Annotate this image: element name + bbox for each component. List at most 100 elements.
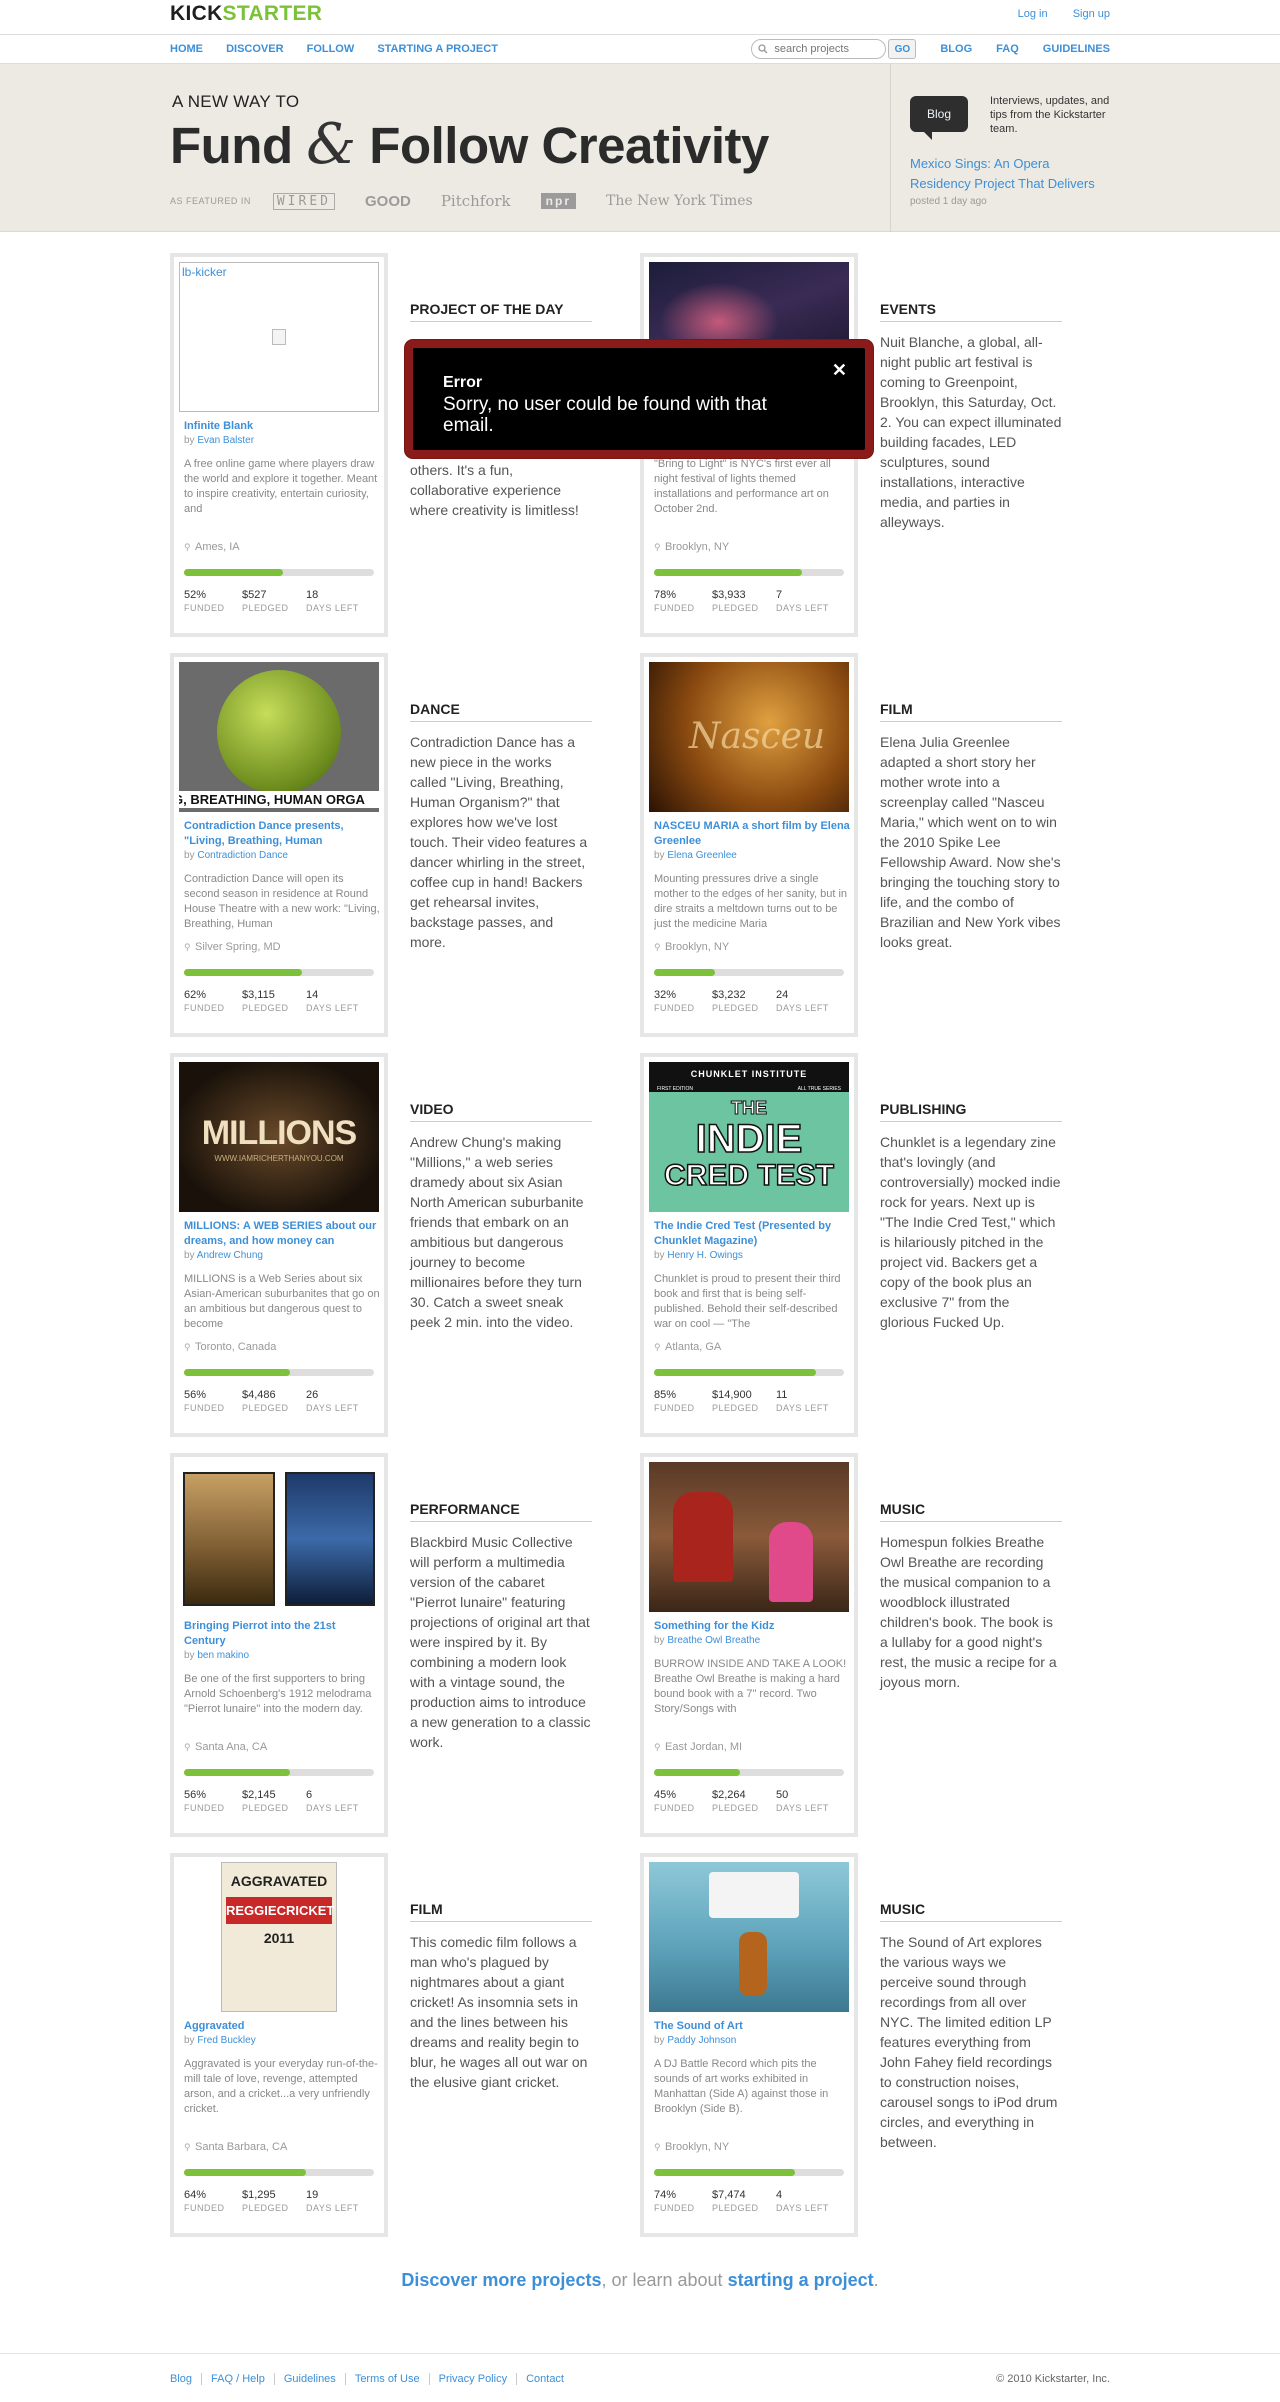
- project-card[interactable]: lb-kicker Infinite Blank by Evan Balster A …: [170, 253, 388, 637]
- project-location[interactable]: ⚲ Atlanta, GA: [654, 1341, 721, 1353]
- nav-home[interactable]: HOME: [170, 43, 203, 55]
- project-card[interactable]: Something for the Kidz by Breathe Owl Bre…: [640, 1453, 858, 1837]
- location-text: Toronto, Canada: [195, 1341, 277, 1353]
- project-title[interactable]: Aggravated: [184, 2019, 380, 2034]
- project-title[interactable]: NASCEU MARIA a short film by Elena Green…: [654, 819, 850, 849]
- stat-funded: 62% FUNDED: [184, 989, 228, 1013]
- project-author-link[interactable]: Andrew Chung: [197, 1250, 263, 1261]
- project-thumbnail[interactable]: [649, 1862, 849, 2012]
- project-location[interactable]: ⚲ Silver Spring, MD: [184, 941, 281, 953]
- footer-terms[interactable]: Terms of Use: [344, 2373, 429, 2385]
- blurb-text: Elena Julia Greenlee adapted a short sto…: [880, 734, 1061, 950]
- project-title[interactable]: Something for the Kidz: [654, 1619, 850, 1634]
- kickstarter-logo[interactable]: KICKSTARTER: [170, 2, 322, 26]
- close-icon[interactable]: ✕: [832, 360, 847, 381]
- stat-pledged-value: $14,900: [712, 1389, 752, 1401]
- project-description: Aggravated is your everyday run-of-the-m…: [184, 2058, 378, 2115]
- footer-guidelines[interactable]: Guidelines: [273, 2373, 345, 2385]
- project-thumbnail[interactable]: AGGRAVATED REGGIE CRICKET 2011: [179, 1862, 379, 2012]
- funding-progress-fill: [654, 1369, 816, 1376]
- nav-starting-project[interactable]: STARTING A PROJECT: [377, 43, 498, 55]
- project-location[interactable]: ⚲ Santa Barbara, CA: [184, 2141, 287, 2153]
- location-pin-icon: ⚲: [654, 942, 661, 952]
- blog-description: Interviews, updates, and tips from the K…: [990, 95, 1110, 135]
- project-author-link[interactable]: Henry H. Owings: [667, 1250, 743, 1261]
- project-author-link[interactable]: ben makino: [197, 1650, 249, 1661]
- stat-pledged-label: PLEDGED: [712, 1803, 759, 1813]
- funding-progress-bar: [654, 2169, 844, 2176]
- login-link[interactable]: Log in: [1018, 8, 1048, 20]
- footer-privacy[interactable]: Privacy Policy: [428, 2373, 516, 2385]
- search-go-button[interactable]: GO: [888, 39, 917, 59]
- project-card[interactable]: Nasceu NASCEU MARIA a short film by Elena…: [640, 653, 858, 1037]
- project-author-link[interactable]: Contradiction Dance: [197, 850, 288, 861]
- blurb-category: EVENTS: [880, 301, 1062, 322]
- blog-post-link[interactable]: Mexico Sings: An Opera Residency Project…: [910, 154, 1110, 194]
- nav-faq[interactable]: FAQ: [996, 43, 1019, 55]
- search-input[interactable]: [772, 42, 873, 56]
- project-location[interactable]: ⚲ Ames, IA: [184, 541, 240, 553]
- project-title[interactable]: MILLIONS: A WEB SERIES about our dreams,…: [184, 1219, 380, 1249]
- discover-more-link[interactable]: Discover more projects: [401, 2270, 601, 2290]
- project-blurb: PUBLISHING Chunklet is a legendary zine t…: [880, 1101, 1062, 1332]
- project-thumbnail[interactable]: Nasceu: [649, 662, 849, 812]
- main-nav: HOME DISCOVER FOLLOW STARTING A PROJECT …: [0, 34, 1280, 64]
- project-blurb: DANCE Contradiction Dance has a new piece…: [410, 701, 592, 952]
- project-location[interactable]: ⚲ Toronto, Canada: [184, 1341, 276, 1353]
- project-location[interactable]: ⚲ Santa Ana, CA: [184, 1741, 267, 1753]
- project-author-link[interactable]: Paddy Johnson: [667, 2035, 736, 2046]
- project-description: MILLIONS is a Web Series about six Asian…: [184, 1273, 380, 1330]
- funding-progress-bar: [184, 1769, 374, 1776]
- stat-funded: 74% FUNDED: [654, 2189, 698, 2213]
- nav-guidelines[interactable]: GUIDELINES: [1043, 43, 1110, 55]
- stat-funded-value: 78%: [654, 589, 677, 601]
- project-thumbnail[interactable]: lb-kicker: [179, 262, 379, 412]
- starting-project-link[interactable]: starting a project: [728, 2270, 874, 2290]
- project-card[interactable]: MILLIONS WWW.IAMRICHERTHANYOU.COM MILLIONS…: [170, 1053, 388, 1437]
- project-location[interactable]: ⚲ Brooklyn, NY: [654, 541, 729, 553]
- nav-discover[interactable]: DISCOVER: [226, 43, 283, 55]
- nav-follow[interactable]: FOLLOW: [307, 43, 355, 55]
- project-thumbnail[interactable]: [179, 1462, 379, 1612]
- project-thumbnail[interactable]: [649, 1462, 849, 1612]
- top-bar: KICKSTARTER Log in Sign up: [0, 0, 1280, 34]
- project-card[interactable]: AGGRAVATED REGGIE CRICKET 2011 Aggravated by …: [170, 1853, 388, 2237]
- project-title[interactable]: Infinite Blank: [184, 419, 380, 434]
- project-location[interactable]: ⚲ Brooklyn, NY: [654, 941, 729, 953]
- project-title[interactable]: The Sound of Art: [654, 2019, 850, 2034]
- nav-blog[interactable]: BLOG: [940, 43, 972, 55]
- thumb-the: THE: [731, 1098, 768, 1119]
- project-card[interactable]: CHUNKLET INSTITUTE FIRST EDITION ALL TRUE …: [640, 1053, 858, 1437]
- stat-funded: 78% FUNDED: [654, 589, 698, 613]
- blurb-text: Chunklet is a legendary zine that's lovi…: [880, 1134, 1061, 1330]
- project-author-link[interactable]: Fred Buckley: [197, 2035, 255, 2046]
- footer-faq[interactable]: FAQ / Help: [201, 2373, 274, 2385]
- stat-days-left: 24 DAYS LEFT: [776, 989, 846, 1013]
- funding-progress-fill: [184, 1769, 291, 1776]
- project-card[interactable]: Bringing Pierrot into the 21st Century by…: [170, 1453, 388, 1837]
- broken-image-icon: [272, 329, 286, 345]
- project-card[interactable]: The Sound of Art by Paddy Johnson A DJ Bat…: [640, 1853, 858, 2237]
- signup-link[interactable]: Sign up: [1073, 8, 1110, 20]
- project-thumbnail[interactable]: CHUNKLET INSTITUTE FIRST EDITION ALL TRUE …: [649, 1062, 849, 1212]
- project-title[interactable]: Contradiction Dance presents, "Living, B…: [184, 819, 380, 849]
- project-card[interactable]: G, BREATHING, HUMAN ORGA Contradiction Da…: [170, 653, 388, 1037]
- project-author-link[interactable]: Elena Greenlee: [667, 850, 737, 861]
- funding-progress-bar: [184, 2169, 374, 2176]
- location-pin-icon: ⚲: [654, 542, 661, 552]
- project-thumbnail[interactable]: MILLIONS WWW.IAMRICHERTHANYOU.COM: [179, 1062, 379, 1212]
- project-title[interactable]: Bringing Pierrot into the 21st Century: [184, 1619, 380, 1649]
- footer-contact[interactable]: Contact: [516, 2373, 573, 2385]
- blog-bubble-icon[interactable]: Blog: [910, 96, 968, 140]
- project-author-link[interactable]: Evan Balster: [197, 435, 254, 446]
- project-thumbnail[interactable]: G, BREATHING, HUMAN ORGA: [179, 662, 379, 812]
- stat-pledged-value: $4,486: [242, 1389, 276, 1401]
- footer-blog[interactable]: Blog: [170, 2373, 201, 2385]
- location-pin-icon: ⚲: [184, 1742, 191, 1752]
- project-stats: 32% FUNDED $3,232 PLEDGED 24 DAYS LEFT: [654, 989, 860, 1013]
- stat-pledged: $2,264 PLEDGED: [712, 1789, 762, 1813]
- project-author-link[interactable]: Breathe Owl Breathe: [667, 1635, 760, 1646]
- project-title[interactable]: The Indie Cred Test (Presented by Chunkl…: [654, 1219, 850, 1249]
- project-location[interactable]: ⚲ Brooklyn, NY: [654, 2141, 729, 2153]
- project-location[interactable]: ⚲ East Jordan, MI: [654, 1741, 742, 1753]
